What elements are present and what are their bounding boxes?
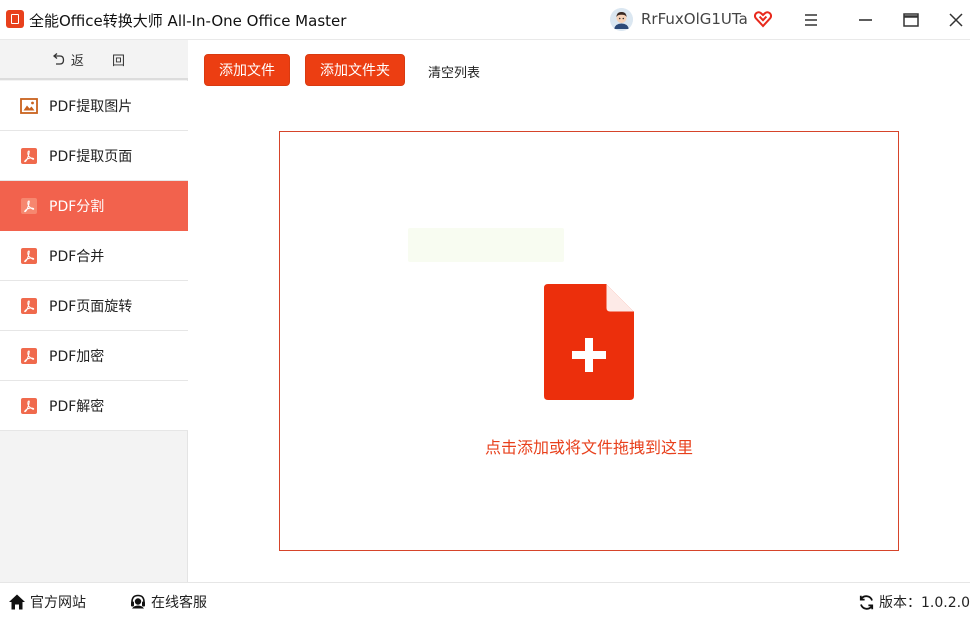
pdf-icon: [20, 297, 38, 315]
back-arrow-icon: [51, 52, 65, 66]
sidebar-item-pdf-merge[interactable]: PDF合并: [0, 231, 188, 281]
file-drop-zone[interactable]: 点击添加或将文件拖拽到这里: [279, 131, 899, 551]
user-avatar-icon[interactable]: [610, 8, 633, 31]
username[interactable]: RrFuxOlG1UTa: [641, 10, 748, 28]
refresh-icon[interactable]: [858, 594, 875, 611]
tool-list: PDF提取图片 PDF提取页面 PDF分割 PDF合并 PDF页面旋转 PDF加…: [0, 81, 188, 431]
pdf-icon: [20, 247, 38, 265]
faint-watermark: [408, 228, 564, 262]
pdf-icon: [20, 147, 38, 165]
sidebar-item-pdf-extract-images[interactable]: PDF提取图片: [0, 81, 188, 131]
version-info: 版本：1.0.2.0: [858, 592, 970, 612]
back-label: 返 回: [70, 53, 138, 69]
sidebar-item-pdf-extract-pages[interactable]: PDF提取页面: [0, 131, 188, 181]
vip-heart-icon[interactable]: [753, 10, 773, 28]
close-icon[interactable]: [944, 8, 968, 32]
image-icon: [20, 97, 38, 115]
app-title: 全能Office转换大师 All-In-One Office Master: [29, 12, 347, 30]
sidebar-item-pdf-rotate-pages[interactable]: PDF页面旋转: [0, 281, 188, 331]
drop-hint-text: 点击添加或将文件拖拽到这里: [484, 438, 693, 457]
add-file-button[interactable]: 添加文件: [204, 54, 290, 86]
headset-icon: [131, 594, 145, 609]
sidebar-item-pdf-split[interactable]: PDF分割: [0, 181, 188, 231]
official-website-label: 官方网站: [30, 595, 86, 611]
sidebar-item-label: PDF提取页面: [49, 148, 133, 165]
maximize-icon[interactable]: [899, 8, 923, 32]
status-bar: 官方网站 在线客服 版本：1.0.2.0: [0, 582, 970, 618]
app-logo-icon: [6, 10, 24, 28]
sidebar-item-label: PDF页面旋转: [49, 298, 133, 315]
back-button[interactable]: 返 回: [0, 40, 188, 80]
sidebar-item-label: PDF合并: [49, 248, 105, 265]
add-folder-button[interactable]: 添加文件夹: [305, 54, 405, 86]
sidebar-item-pdf-decrypt[interactable]: PDF解密: [0, 381, 188, 431]
menu-icon[interactable]: [799, 8, 823, 32]
add-file-icon[interactable]: [544, 284, 636, 400]
sidebar-item-label: PDF解密: [49, 398, 105, 415]
sidebar-item-label: PDF加密: [49, 348, 105, 365]
pdf-icon: [20, 347, 38, 365]
official-website-link[interactable]: 官方网站: [8, 592, 86, 612]
pdf-icon: [20, 397, 38, 415]
version-label: 版本：1.0.2.0: [879, 595, 970, 611]
sidebar-item-label: PDF分割: [49, 198, 105, 215]
online-service-label: 在线客服: [151, 595, 207, 611]
home-icon: [9, 594, 25, 610]
sidebar-item-pdf-encrypt[interactable]: PDF加密: [0, 331, 188, 381]
minimize-icon[interactable]: [853, 8, 877, 32]
sidebar: 返 回 PDF提取图片 PDF提取页面 PDF分割 PDF合并 PDF页面旋转 …: [0, 40, 188, 582]
title-bar: 全能Office转换大师 All-In-One Office Master Rr…: [0, 0, 970, 40]
clear-list-button[interactable]: 清空列表: [428, 62, 480, 81]
pdf-icon: [20, 197, 38, 215]
online-service-link[interactable]: 在线客服: [129, 592, 207, 612]
sidebar-item-label: PDF提取图片: [49, 98, 133, 115]
